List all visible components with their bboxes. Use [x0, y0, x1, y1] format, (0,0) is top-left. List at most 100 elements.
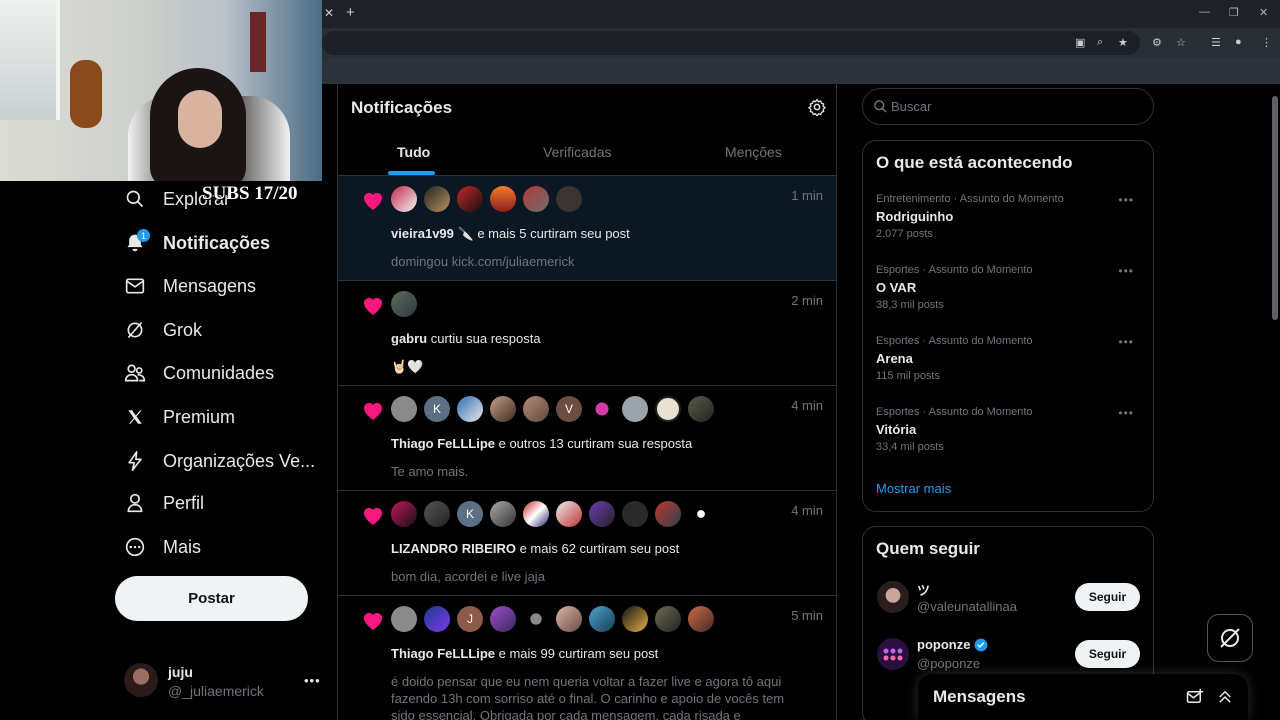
nav-messages[interactable]: Mensagens [124, 271, 256, 301]
chevron-up-icon[interactable] [1216, 688, 1234, 706]
reading-list-icon[interactable]: ☰ [1211, 36, 1221, 49]
avatar[interactable] [688, 606, 714, 632]
nav-grok[interactable]: Grok [124, 315, 202, 345]
page-scrollbar[interactable] [1270, 84, 1280, 720]
minimize-icon[interactable]: — [1199, 6, 1210, 18]
notification-actor[interactable]: Thiago FeLLLipe [391, 646, 495, 661]
account-handle[interactable]: @_juliaemerick [168, 683, 264, 699]
avatar-letter[interactable]: K [424, 396, 450, 422]
address-bar[interactable] [322, 31, 1140, 55]
follow-suggestion-handle[interactable]: @valeunatallinaa [917, 599, 1017, 614]
profile-avatar-icon[interactable]: ● [1235, 36, 1242, 48]
nav-communities[interactable]: Comunidades [124, 358, 274, 388]
avatar[interactable] [523, 396, 549, 422]
trend-more-icon[interactable]: ••• [1118, 335, 1134, 349]
poponze-logo-avatar[interactable] [877, 638, 909, 670]
avatar[interactable] [523, 186, 549, 212]
follow-suggestion-handle[interactable]: @poponze [917, 656, 980, 671]
avatar[interactable] [622, 396, 648, 422]
browser-menu-icon[interactable]: ⋮ [1261, 36, 1272, 49]
new-tab-icon[interactable]: + [346, 4, 355, 21]
avatar[interactable] [490, 501, 516, 527]
search-box[interactable]: Buscar [862, 88, 1154, 125]
notification-item[interactable]: J 5 min Thiago FeLLLipe e mais 99 curtir… [338, 596, 836, 720]
avatar[interactable] [490, 186, 516, 212]
follow-button[interactable]: Seguir [1075, 640, 1140, 668]
show-more-link[interactable]: Mostrar mais [876, 481, 951, 496]
scrollbar-thumb[interactable] [1272, 96, 1278, 320]
close-window-icon[interactable]: ✕ [1259, 6, 1268, 19]
tab-all[interactable]: Tudo [397, 144, 430, 160]
avatar[interactable] [457, 396, 483, 422]
avatar-letter[interactable]: J [457, 606, 483, 632]
account-more-icon[interactable]: ••• [304, 673, 321, 688]
avatar[interactable] [688, 501, 714, 527]
avatar[interactable] [523, 501, 549, 527]
avatar[interactable] [655, 396, 681, 422]
avatar[interactable] [490, 606, 516, 632]
avatar[interactable] [877, 581, 909, 613]
nav-organizations[interactable]: Organizações Ve... [124, 446, 315, 476]
search-input[interactable]: Buscar [891, 99, 931, 114]
nav-premium[interactable]: Premium [124, 402, 235, 432]
avatar[interactable] [391, 396, 417, 422]
avatar-letter[interactable]: V [556, 396, 582, 422]
avatar[interactable] [391, 186, 417, 212]
avatar[interactable] [622, 501, 648, 527]
tab-verified[interactable]: Verificadas [543, 144, 611, 160]
avatar[interactable] [589, 501, 615, 527]
avatar[interactable] [589, 606, 615, 632]
notification-actor[interactable]: Thiago FeLLLipe [391, 436, 495, 451]
notification-actor[interactable]: LIZANDRO RIBEIRO [391, 541, 516, 556]
new-message-icon[interactable] [1186, 688, 1204, 706]
trend-item[interactable]: Esportes · Assunto do Momento Arena 115 … [876, 335, 1142, 382]
avatar[interactable] [523, 606, 549, 632]
follow-suggestion-name[interactable]: poponze [917, 637, 988, 652]
avatar[interactable] [391, 606, 417, 632]
avatar[interactable] [424, 501, 450, 527]
notification-actor[interactable]: vieira1v99 [391, 226, 454, 241]
install-app-icon[interactable]: ▣ [1075, 36, 1085, 49]
follow-suggestion-name[interactable]: ツ [917, 580, 930, 599]
trend-item[interactable]: Entretenimento · Assunto do Momento Rodr… [876, 193, 1142, 240]
trend-item[interactable]: Esportes · Assunto do Momento Vitória 33… [876, 406, 1142, 453]
follow-button[interactable]: Seguir [1075, 583, 1140, 611]
notification-item[interactable]: 1 min vieira1v99 🔪 e mais 5 curtiram seu… [338, 176, 836, 281]
avatar[interactable] [655, 501, 681, 527]
restore-icon[interactable]: ❐ [1229, 6, 1239, 19]
trend-item[interactable]: Esportes · Assunto do Momento O VAR 38,3… [876, 264, 1142, 311]
avatar[interactable] [556, 501, 582, 527]
trend-more-icon[interactable]: ••• [1118, 406, 1134, 420]
settings-gear-icon[interactable] [808, 98, 826, 117]
avatar[interactable] [391, 501, 417, 527]
nav-more[interactable]: Mais [124, 532, 201, 562]
account-name[interactable]: juju [168, 664, 193, 680]
avatar[interactable] [589, 396, 615, 422]
messages-drawer[interactable]: Mensagens [918, 674, 1248, 720]
favorites-icon[interactable]: ☆ [1176, 36, 1186, 49]
tab-mentions[interactable]: Menções [725, 144, 782, 160]
zoom-icon[interactable]: ⌕ [1097, 36, 1103, 49]
avatar[interactable] [391, 291, 417, 317]
notification-item[interactable]: K V 4 min Thiago FeLLLipe e outros 13 cu… [338, 386, 836, 491]
notification-actor[interactable]: gabru [391, 331, 427, 346]
tab-close-icon[interactable]: ✕ [324, 6, 334, 20]
avatar[interactable] [490, 396, 516, 422]
avatar[interactable] [424, 186, 450, 212]
nav-profile[interactable]: Perfil [124, 488, 204, 518]
avatar[interactable] [457, 186, 483, 212]
avatar[interactable] [688, 396, 714, 422]
avatar[interactable] [655, 606, 681, 632]
account-avatar[interactable] [124, 663, 158, 697]
avatar[interactable] [424, 606, 450, 632]
notification-item[interactable]: K 4 min LIZANDRO RIBEIRO e mais 62 curti… [338, 491, 836, 596]
avatar[interactable] [556, 606, 582, 632]
avatar[interactable] [556, 186, 582, 212]
trend-more-icon[interactable]: ••• [1118, 264, 1134, 278]
bookmark-star-icon[interactable]: ★ [1118, 36, 1128, 49]
extension-icon[interactable]: ⚙ [1152, 36, 1162, 49]
trend-more-icon[interactable]: ••• [1118, 193, 1134, 207]
avatar[interactable] [622, 606, 648, 632]
avatar-letter[interactable]: K [457, 501, 483, 527]
notification-item[interactable]: 2 min gabru curtiu sua resposta 🤘🏻🤍 [338, 281, 836, 386]
